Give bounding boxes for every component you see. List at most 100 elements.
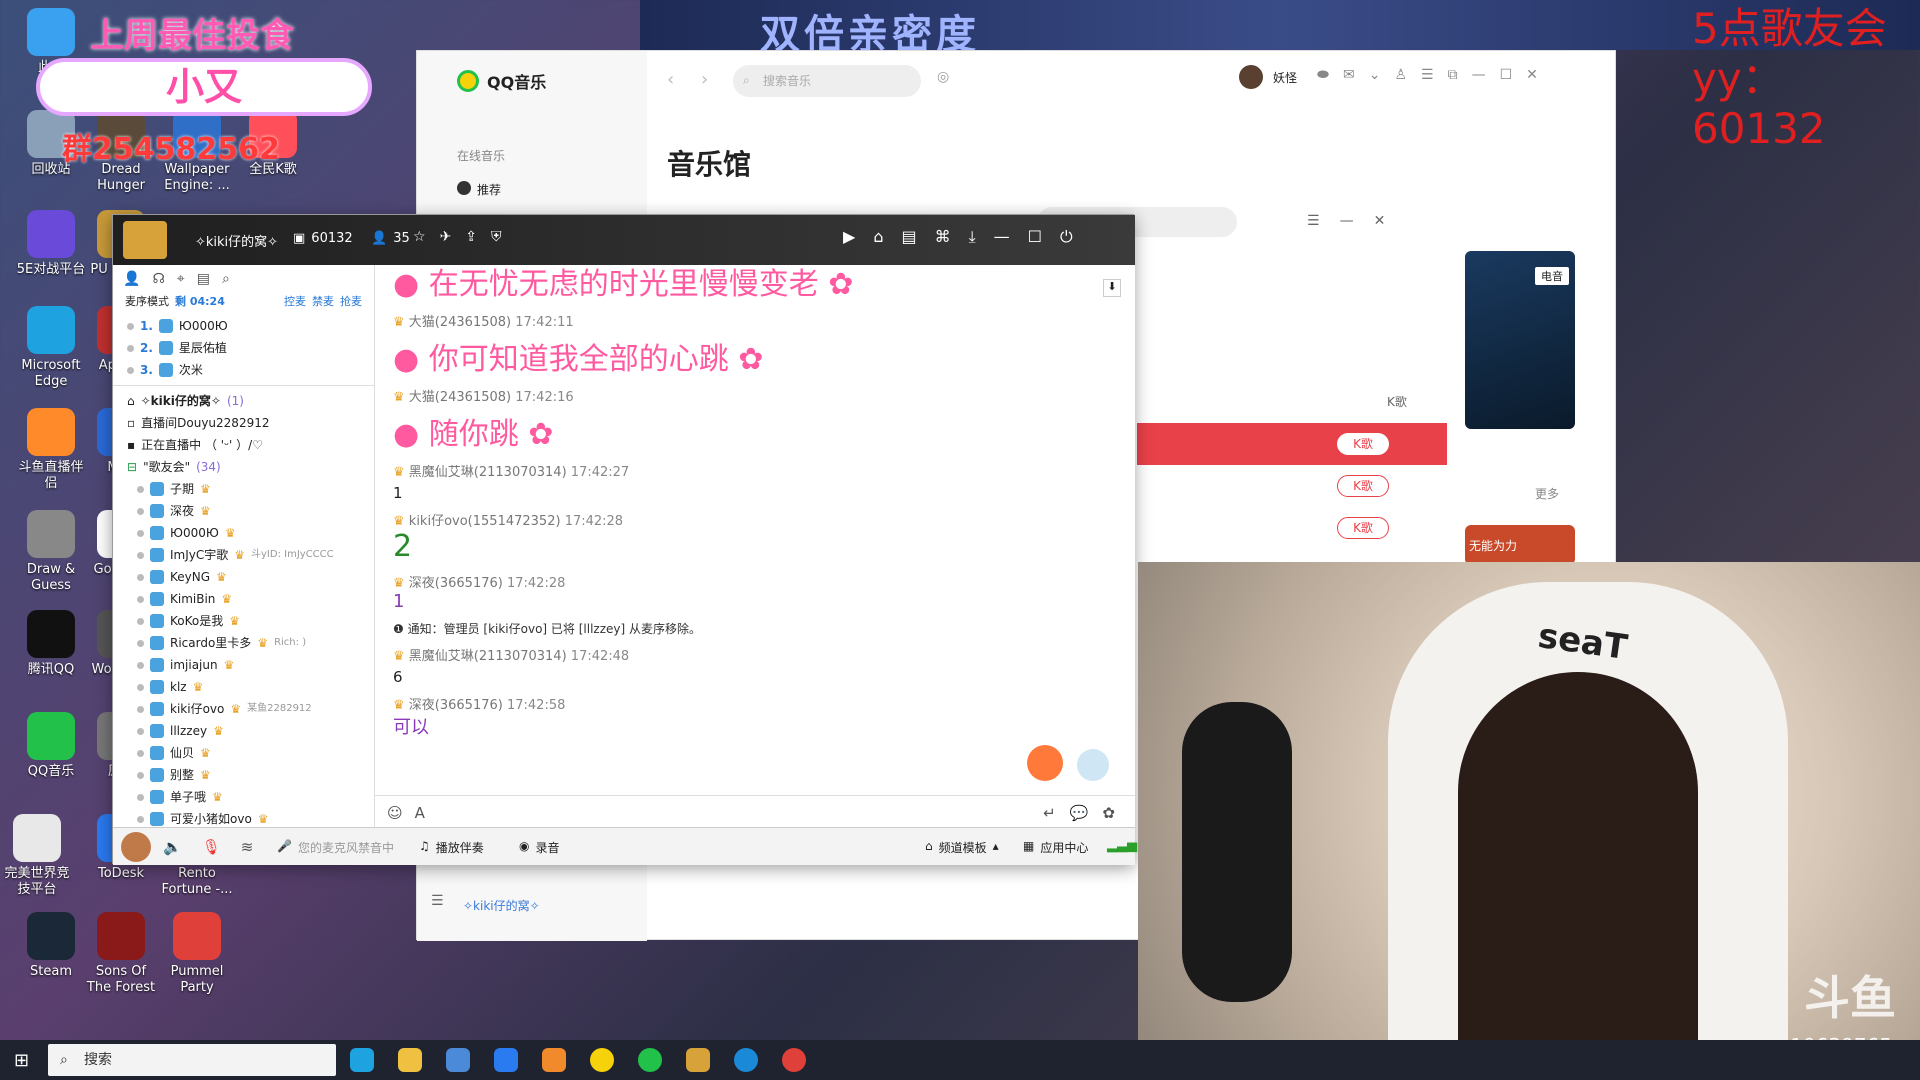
- inner-menu-icon[interactable]: ☰: [1307, 213, 1320, 229]
- sender-name[interactable]: 黑魔仙艾琳(2113070314): [409, 465, 567, 480]
- k-song-button-2[interactable]: K歌: [1337, 475, 1389, 497]
- avatar[interactable]: [1239, 65, 1263, 89]
- member-row[interactable]: ImJyC宇歌 ♛ 斗yID: ImJyCCCC: [113, 544, 374, 566]
- bottom-strip-channel[interactable]: ✧kiki仔的窝✧: [463, 897, 540, 914]
- menu-icon[interactable]: ☰: [1421, 67, 1434, 83]
- app-center-button[interactable]: ▦ 应用中心: [1023, 839, 1088, 856]
- tree-root[interactable]: ⌂ ✧kiki仔的窝✧ (1): [113, 390, 374, 412]
- vip-badge-icon[interactable]: ⬬: [1317, 67, 1329, 83]
- album-card-2[interactable]: 无能为力: [1465, 525, 1575, 565]
- member-row[interactable]: 仙贝 ♛: [113, 742, 374, 764]
- minimize-icon[interactable]: —: [1472, 67, 1486, 83]
- album-card[interactable]: 电音: [1465, 251, 1575, 429]
- k-song-row-active[interactable]: [1137, 423, 1447, 465]
- accompany-button[interactable]: ♫ 播放伴奏: [419, 839, 484, 856]
- qqmusic-taskbar-icon[interactable]: [638, 1048, 662, 1072]
- yy-minimize-icon[interactable]: —: [994, 227, 1010, 247]
- circle-taskbar-icon[interactable]: [590, 1048, 614, 1072]
- desktop-icon[interactable]: Microsoft Edge: [14, 306, 88, 390]
- member-row[interactable]: Ricardo里卡多 ♛ Rich: ): [113, 632, 374, 654]
- sender-name[interactable]: kiki仔ovo(1551472352): [409, 514, 561, 529]
- members-tab-icon[interactable]: 👤: [123, 271, 140, 287]
- member-row[interactable]: Ю000Ю ♛: [113, 522, 374, 544]
- desktop-icon[interactable]: 腾讯QQ: [14, 610, 88, 678]
- favorite-icon[interactable]: ☆: [413, 229, 426, 245]
- gamepad-icon[interactable]: ⌘: [935, 227, 951, 247]
- member-row[interactable]: imjiajun ♛: [113, 654, 374, 676]
- mini-mode-icon[interactable]: ⧉: [1448, 67, 1458, 83]
- member-row[interactable]: kiki仔ovo ♛ 某鱼2282912: [113, 698, 374, 720]
- helper-icon[interactable]: [1077, 749, 1109, 781]
- qqmusic-search-input[interactable]: 搜索音乐: [733, 65, 921, 97]
- ban-mic-button[interactable]: 禁麦: [312, 293, 334, 309]
- ksong-taskbar-icon[interactable]: [782, 1048, 806, 1072]
- windows-start-icon[interactable]: ⊞: [14, 1050, 29, 1071]
- gift-badge-icon[interactable]: [1027, 745, 1063, 781]
- member-row[interactable]: 子期 ♛: [113, 478, 374, 500]
- member-row[interactable]: 单子哦 ♛: [113, 786, 374, 808]
- tree-live-room[interactable]: ▪ 正在直播中 （ 'ᵕ' ）/♡: [113, 434, 374, 456]
- k-song-button[interactable]: K歌: [1337, 433, 1389, 455]
- mic-off-icon[interactable]: 🎙: [202, 838, 221, 856]
- sidebar-item-recommend[interactable]: 推荐: [457, 181, 501, 198]
- member-row[interactable]: 别整 ♛: [113, 764, 374, 786]
- channel-template-button[interactable]: ⌂ 频道模板 ▴: [925, 839, 999, 856]
- video-icon[interactable]: ▶: [843, 227, 855, 247]
- skin-icon[interactable]: ♙: [1394, 67, 1407, 83]
- home-icon[interactable]: ⌂: [873, 227, 883, 247]
- store-taskbar-icon[interactable]: [446, 1048, 470, 1072]
- send-enter-icon[interactable]: ↵: [1043, 804, 1056, 822]
- headset-tab-icon[interactable]: ☊: [152, 271, 164, 287]
- member-row[interactable]: KimiBin ♛: [113, 588, 374, 610]
- mail-taskbar-icon[interactable]: [494, 1048, 518, 1072]
- forward-arrow-icon[interactable]: ›: [701, 69, 708, 90]
- chat-input[interactable]: [473, 802, 993, 826]
- font-icon[interactable]: A: [415, 804, 425, 822]
- mic-queue-item[interactable]: 3. 次米: [113, 359, 374, 381]
- member-row[interactable]: klz ♛: [113, 676, 374, 698]
- inner-minimize-icon[interactable]: —: [1340, 213, 1354, 229]
- sender-name[interactable]: 黑魔仙艾琳(2113070314): [409, 649, 567, 664]
- member-row[interactable]: KoKo是我 ♛: [113, 610, 374, 632]
- member-row[interactable]: lllzzey ♛: [113, 720, 374, 742]
- grab-mic-button[interactable]: 抢麦: [340, 293, 362, 309]
- control-mic-button[interactable]: 控麦: [284, 293, 306, 309]
- desktop-icon[interactable]: Draw & Guess: [14, 510, 88, 594]
- desktop-icon[interactable]: Steam: [14, 912, 88, 980]
- desktop-icon[interactable]: QQ音乐: [14, 712, 88, 780]
- speaker-icon[interactable]: 🔈: [163, 838, 182, 856]
- desktop-icon[interactable]: 斗鱼直播伴侣: [14, 408, 88, 492]
- inner-close-icon[interactable]: ✕: [1374, 213, 1386, 229]
- equalizer-icon[interactable]: ≋: [241, 838, 254, 856]
- edge-taskbar-icon[interactable]: [350, 1048, 374, 1072]
- explorer-taskbar-icon[interactable]: [398, 1048, 422, 1072]
- sender-name[interactable]: 大猫(24361508): [409, 390, 511, 405]
- flower-icon[interactable]: ✿: [1102, 804, 1115, 822]
- yy-maximize-icon[interactable]: ☐: [1028, 227, 1042, 247]
- voice-search-icon[interactable]: ◎: [937, 69, 949, 85]
- close-icon[interactable]: ✕: [1526, 67, 1538, 83]
- power-icon[interactable]: ⏻: [1060, 227, 1073, 247]
- sender-name[interactable]: 深夜(3665176): [409, 698, 503, 713]
- mic-queue-item[interactable]: 1. Ю000Ю: [113, 315, 374, 337]
- chevron-down-icon[interactable]: ⌄: [1369, 67, 1381, 83]
- app-taskbar-icon[interactable]: [542, 1048, 566, 1072]
- board-icon[interactable]: ▤: [901, 227, 916, 247]
- chat-bubble-icon[interactable]: 💬: [1070, 804, 1089, 822]
- member-row[interactable]: 深夜 ♛: [113, 500, 374, 522]
- qqmusic-username[interactable]: 妖怪: [1273, 69, 1297, 86]
- strip-menu-icon[interactable]: ☰: [431, 893, 444, 909]
- self-avatar[interactable]: [121, 832, 151, 862]
- list-tab-icon[interactable]: ▤: [197, 271, 210, 287]
- mic-mode-label[interactable]: 麦序模式: [125, 293, 169, 309]
- tree-group[interactable]: ⊟ "歌友会" (34): [113, 456, 374, 478]
- download-icon[interactable]: ⤓: [969, 227, 976, 247]
- mail-icon[interactable]: ✉: [1343, 67, 1355, 83]
- desktop-icon[interactable]: Pummel Party: [160, 912, 234, 996]
- member-row[interactable]: KeyNG ♛: [113, 566, 374, 588]
- blue-taskbar-icon[interactable]: [734, 1048, 758, 1072]
- record-button[interactable]: ◉ 录音: [519, 839, 560, 856]
- desktop-icon[interactable]: 完美世界竞技平台: [0, 814, 74, 898]
- more-link[interactable]: 更多: [1535, 485, 1559, 502]
- sender-name[interactable]: 大猫(24361508): [409, 315, 511, 330]
